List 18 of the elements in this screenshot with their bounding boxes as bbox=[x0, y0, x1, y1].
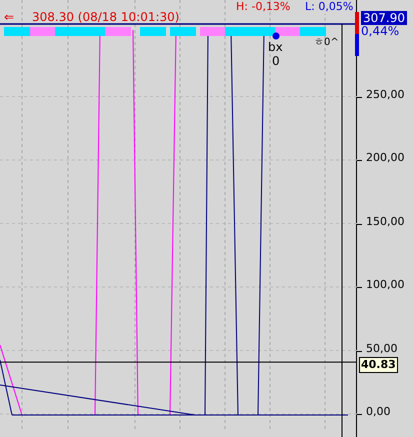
axis-label: 50,00 bbox=[366, 342, 398, 356]
axis-label: 100,00 bbox=[366, 278, 404, 292]
low-percent: L: 0,05% bbox=[305, 0, 354, 14]
back-arrow-icon[interactable]: ⇐ bbox=[4, 10, 14, 24]
cursor-value: 40.83 bbox=[359, 357, 398, 374]
high-percent: H: -0,13% bbox=[236, 0, 290, 14]
axis-label: 150,00 bbox=[366, 214, 404, 228]
axis-label: 0,00 bbox=[366, 405, 390, 419]
current-price: 307.90 bbox=[361, 11, 407, 25]
range-bar bbox=[355, 12, 359, 56]
marker-label: bx bbox=[268, 40, 283, 54]
last-trade-label: 308.30 (08/18 10:01:30) bbox=[32, 10, 180, 24]
marker-value: 0 bbox=[272, 54, 280, 68]
overlay-label: ㅎ0^ bbox=[314, 36, 339, 50]
axis-label: 200,00 bbox=[366, 151, 404, 165]
change-percent: 0,44% bbox=[361, 24, 400, 38]
marker-dot bbox=[272, 32, 280, 40]
axis-label: 250,00 bbox=[366, 88, 404, 102]
